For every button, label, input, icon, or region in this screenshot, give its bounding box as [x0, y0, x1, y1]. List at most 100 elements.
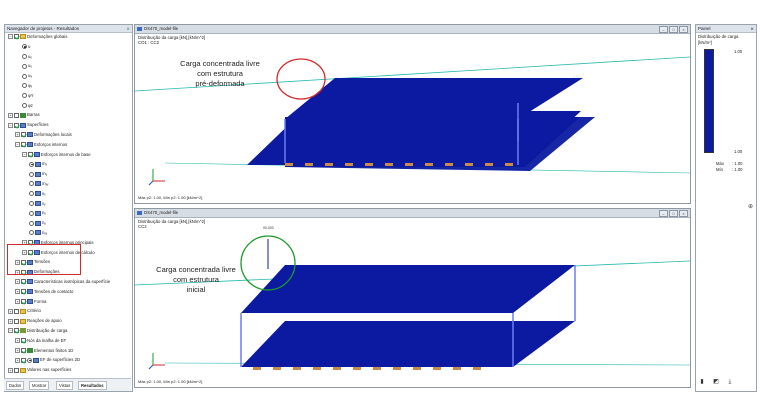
expand-icon[interactable]: + — [8, 367, 13, 373]
view-bottom-canvas[interactable] — [135, 217, 690, 379]
tree-checkbox[interactable] — [14, 122, 19, 128]
tree-item[interactable]: φₓ — [22, 82, 32, 89]
tree-item[interactable]: + Barras — [8, 111, 40, 118]
tree-item[interactable]: u — [22, 43, 30, 50]
tree-item[interactable]: + Características isotrópicas da superfíc… — [15, 278, 110, 285]
view-window-top[interactable]: DS470_model-file – □ × Distribuição da car… — [134, 24, 691, 204]
expand-icon[interactable]: + — [8, 318, 13, 324]
tree-item[interactable]: φY — [22, 92, 34, 99]
minimize-button[interactable]: – — [659, 210, 668, 217]
tree-item[interactable]: + Tensões de contacto — [15, 288, 73, 295]
collapse-icon[interactable]: − — [15, 142, 20, 148]
tree-radio[interactable] — [29, 181, 34, 187]
tree-radio[interactable] — [27, 357, 32, 363]
tree-item-label: Valores nas superfícies — [27, 367, 72, 373]
tree-checkbox[interactable] — [21, 298, 26, 304]
expand-icon[interactable]: + — [15, 279, 20, 285]
tree-radio[interactable] — [22, 53, 27, 59]
tree-item[interactable]: uₔ — [22, 72, 32, 79]
tree-item[interactable]: vₓ — [29, 190, 46, 197]
tree-radio[interactable] — [29, 230, 34, 236]
expand-icon[interactable]: + — [15, 298, 20, 304]
collapse-icon[interactable]: − — [8, 328, 13, 334]
tree-item[interactable]: + Critério — [8, 307, 41, 314]
tree-item[interactable]: + Elementos finitos 1D — [15, 347, 73, 354]
maximize-button[interactable]: □ — [669, 26, 678, 33]
tree-item[interactable]: uᵧ — [22, 62, 32, 69]
tree-item[interactable]: uₓ — [22, 53, 32, 60]
tree-radio[interactable] — [22, 63, 27, 69]
tree-checkbox[interactable] — [21, 347, 26, 353]
tree-radio[interactable] — [29, 220, 34, 226]
panel-close-icon[interactable]: ⨯ — [750, 25, 754, 32]
tree-radio[interactable] — [29, 191, 34, 197]
expand-icon[interactable]: + — [15, 132, 20, 138]
tree-item[interactable]: − Esforços internos de base — [22, 151, 91, 158]
minimize-button[interactable]: – — [659, 26, 668, 33]
tree-item[interactable]: mᵧ — [29, 170, 47, 177]
tree-item[interactable]: φz — [22, 102, 33, 109]
tree-checkbox[interactable] — [14, 112, 19, 118]
tree-radio[interactable] — [22, 73, 27, 79]
tree-item[interactable]: nₓ — [29, 209, 46, 216]
close-button[interactable]: × — [679, 210, 688, 217]
tree-item[interactable]: nᵧ — [29, 219, 46, 226]
collapse-icon[interactable]: − — [8, 122, 13, 128]
expand-icon[interactable]: + — [15, 357, 20, 363]
tree-item[interactable]: − Superfícies — [8, 121, 49, 128]
view-top-canvas[interactable] — [135, 33, 690, 195]
expand-icon[interactable]: + — [8, 112, 13, 118]
tree-item[interactable]: + EF de superfícies 2D — [15, 356, 80, 363]
view-window-bottom[interactable]: DS470_model-file – □ × Distribuição da car… — [134, 208, 691, 388]
zoom-icon[interactable]: ⊕ — [748, 203, 755, 210]
tree-item[interactable]: + Forma — [15, 298, 46, 305]
tree-item[interactable]: + Deformações locais — [15, 131, 72, 138]
tree-item[interactable]: − Distribuição de carga — [8, 327, 67, 334]
tree-item[interactable]: mₓᵧ — [29, 180, 48, 187]
tree-checkbox[interactable] — [21, 338, 26, 344]
maximize-button[interactable]: □ — [669, 210, 678, 217]
tab-vistas[interactable]: Vistas — [56, 381, 74, 390]
tree-item[interactable]: − Esforços internos — [15, 141, 67, 148]
tab-resultados[interactable]: Resultados — [78, 381, 107, 390]
tree-item[interactable]: − Deformações globais — [8, 33, 67, 40]
expand-icon[interactable]: + — [15, 347, 20, 353]
panel-tool-icon[interactable]: ◩ — [713, 379, 719, 386]
tree-item[interactable]: vᵧ — [29, 200, 46, 207]
panel-tool-icon[interactable]: ▮ — [699, 379, 705, 386]
navigator-close-icon[interactable]: ⨯ — [126, 25, 130, 32]
tree-item[interactable]: + Reações de apoio — [8, 317, 62, 324]
tree-checkbox[interactable] — [21, 357, 26, 363]
collapse-icon[interactable]: − — [8, 34, 13, 40]
expand-icon[interactable]: + — [8, 308, 13, 314]
tree-checkbox[interactable] — [14, 308, 19, 314]
expand-icon[interactable]: + — [15, 289, 20, 295]
tree-checkbox[interactable] — [14, 318, 19, 324]
tree-radio[interactable] — [22, 93, 27, 99]
tree-radio[interactable] — [29, 161, 34, 167]
tree-checkbox[interactable] — [14, 34, 19, 40]
tree-checkbox[interactable] — [28, 151, 33, 157]
collapse-icon[interactable]: − — [22, 151, 27, 157]
tree-checkbox[interactable] — [14, 328, 19, 334]
tree-item[interactable]: + Nós da malha de EF — [15, 337, 66, 344]
tree-checkbox[interactable] — [21, 142, 26, 148]
close-button[interactable]: × — [679, 26, 688, 33]
tree-item[interactable]: nₓᵧ — [29, 229, 47, 236]
tree-item[interactable]: mₓ — [29, 160, 47, 167]
tree-radio[interactable] — [22, 102, 27, 108]
tree-checkbox[interactable] — [21, 279, 26, 285]
tree-radio[interactable] — [22, 83, 27, 89]
tree-radio[interactable] — [29, 171, 34, 177]
tree-radio[interactable] — [29, 200, 34, 206]
tree-checkbox[interactable] — [14, 367, 19, 373]
tab-dados[interactable]: Dados — [6, 381, 25, 390]
tree-checkbox[interactable] — [21, 132, 26, 138]
panel-tool-icon[interactable]: ⤓ — [727, 379, 733, 386]
tree-checkbox[interactable] — [21, 289, 26, 295]
tree-item[interactable]: + Valores nas superfícies — [8, 366, 71, 373]
tree-radio[interactable] — [29, 210, 34, 216]
tree-radio[interactable] — [22, 44, 27, 50]
expand-icon[interactable]: + — [15, 338, 20, 344]
tab-mostrar[interactable]: Mostrar — [29, 381, 50, 390]
